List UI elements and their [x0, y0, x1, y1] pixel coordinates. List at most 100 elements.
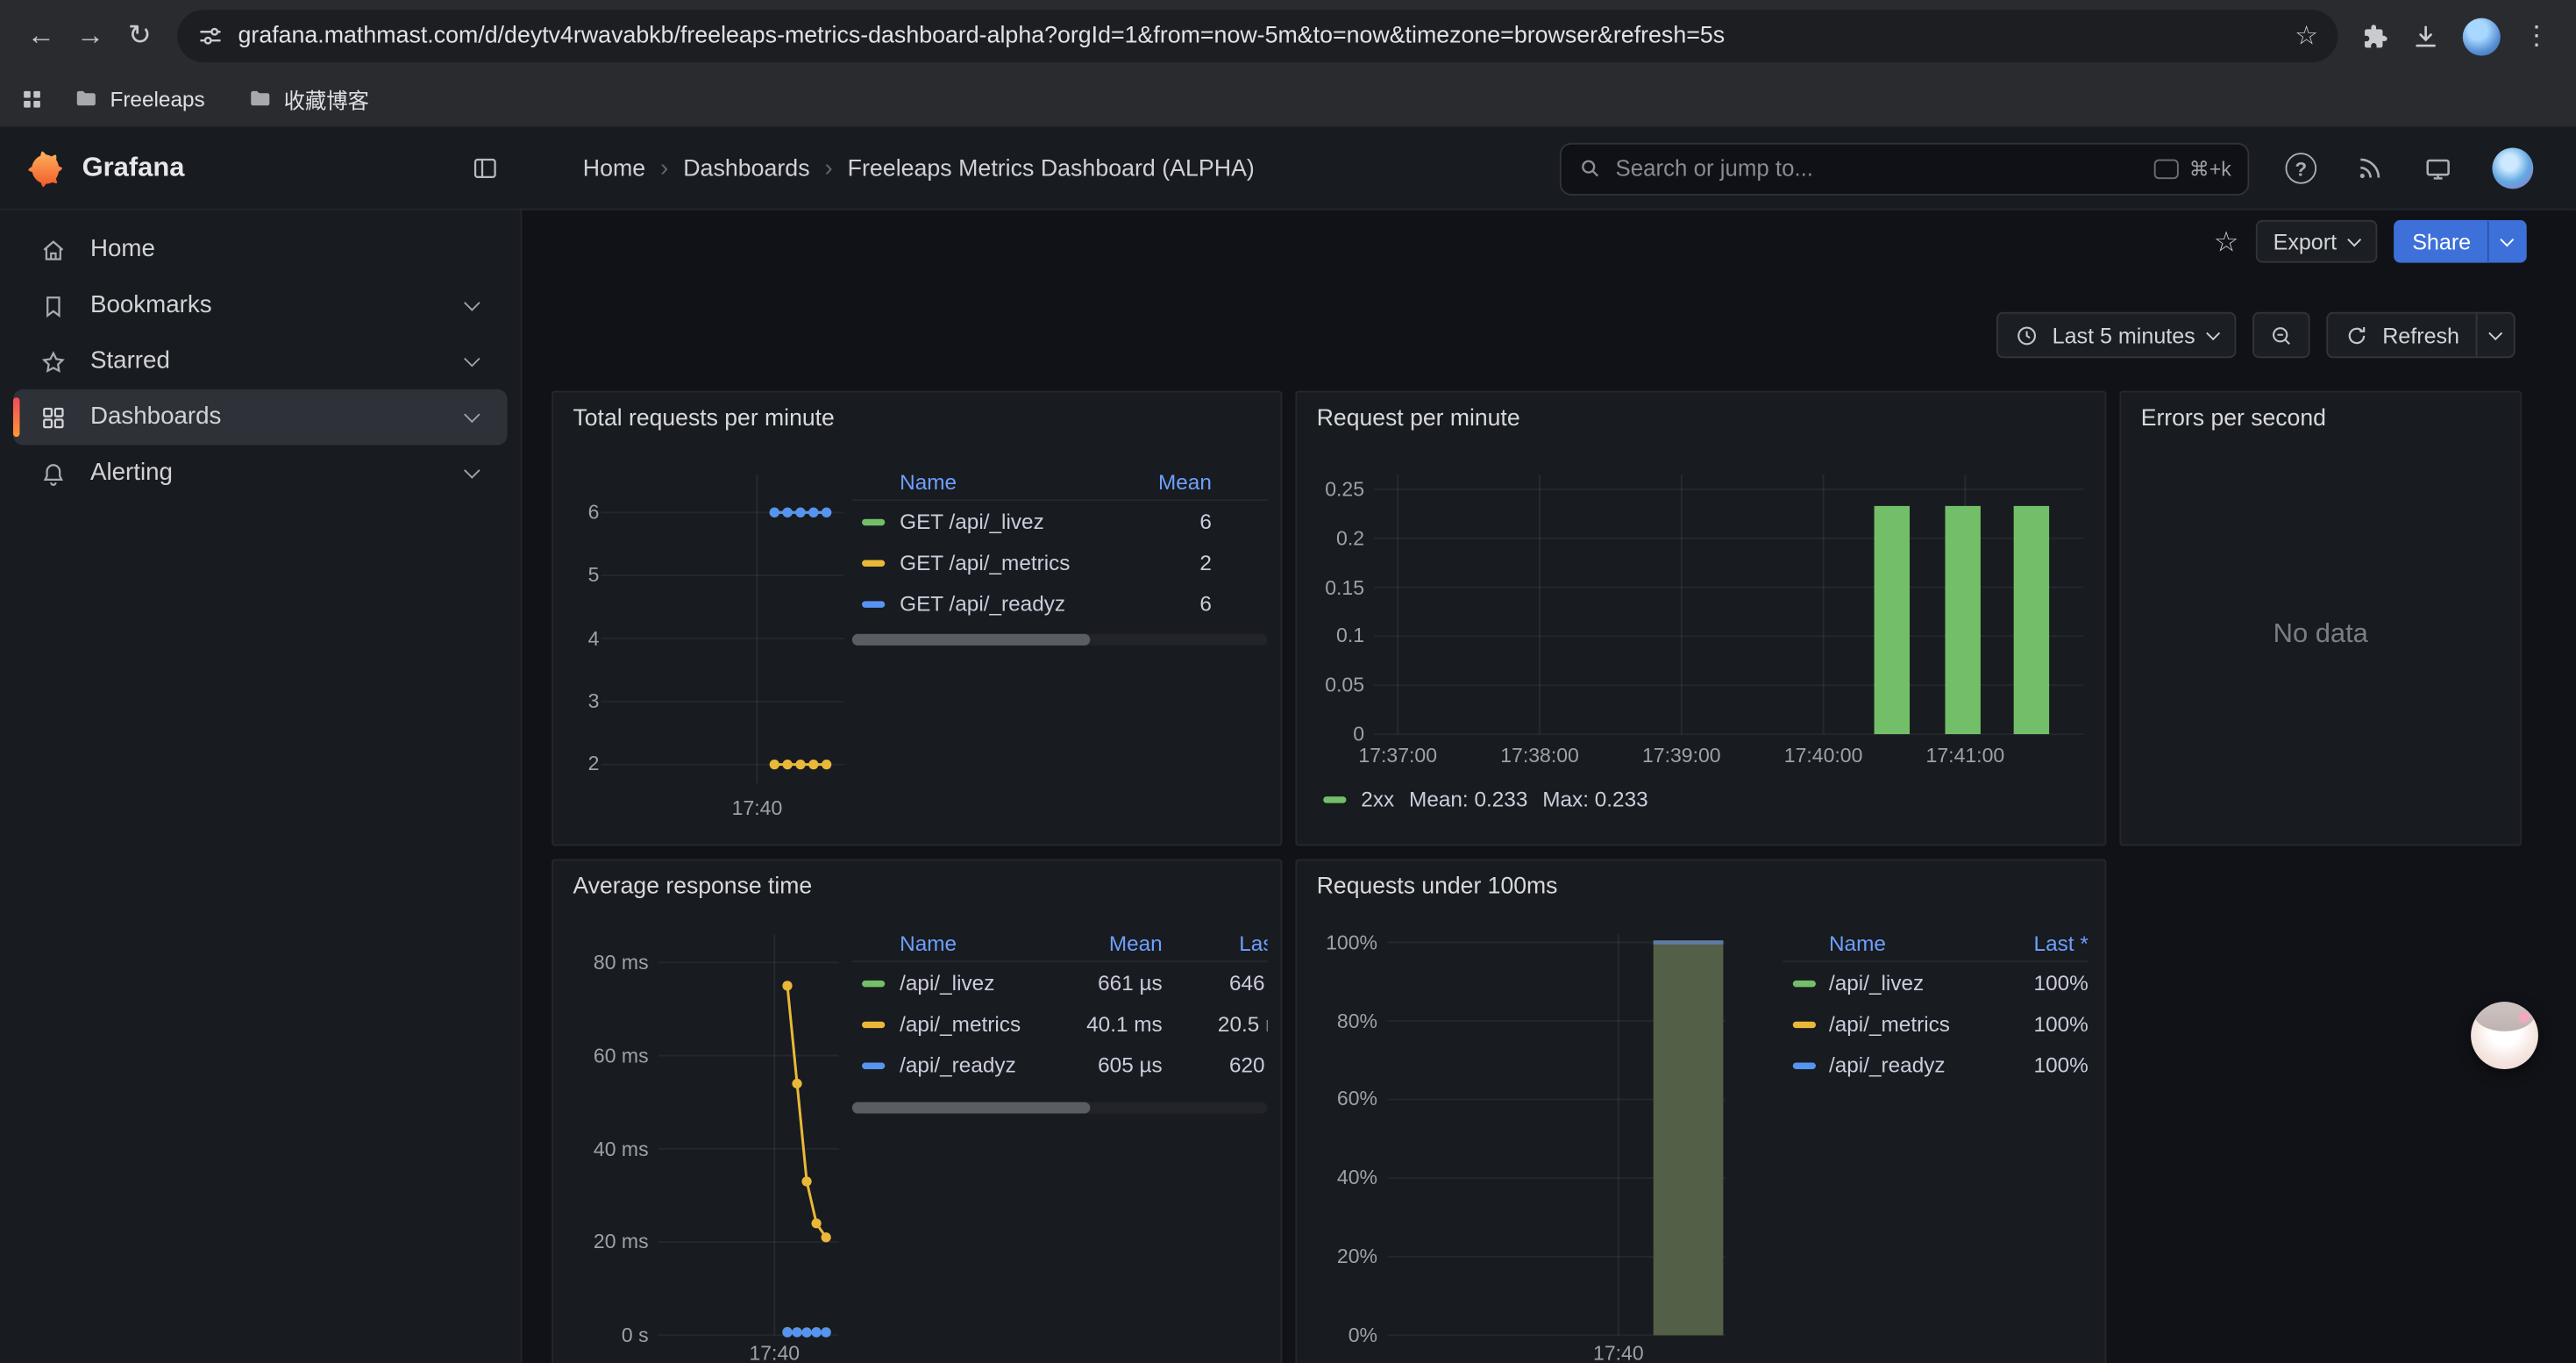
url-bar[interactable]: ☆	[177, 10, 2338, 62]
legend-row[interactable]: /api/_livez 100%	[1783, 962, 2089, 1003]
zoom-out-button[interactable]	[2252, 312, 2310, 358]
chevron-down-icon[interactable]	[464, 294, 480, 310]
sidebar-item-dashboards[interactable]: Dashboards	[13, 389, 508, 446]
chart-plot[interactable]	[601, 475, 843, 783]
scrollbar-thumb[interactable]	[852, 1102, 1091, 1113]
help-icon[interactable]: ?	[2286, 153, 2317, 184]
breadcrumb-current[interactable]: Freeleaps Metrics Dashboard (ALPHA)	[848, 155, 1255, 182]
legend-header-last[interactable]: Last *	[1192, 931, 1267, 956]
browser-profile-avatar[interactable]	[2463, 18, 2501, 55]
sidebar-item-starred[interactable]: Starred	[13, 333, 508, 389]
forward-icon[interactable]: →	[66, 11, 115, 61]
legend-row[interactable]: /api/_readyz 100%	[1783, 1045, 2089, 1086]
series-mean: 6	[1088, 591, 1211, 616]
series-color-swatch	[862, 518, 885, 525]
floating-avatar[interactable]	[2471, 1002, 2538, 1069]
chevron-down-icon[interactable]	[464, 461, 480, 478]
panel-title[interactable]: Errors per second	[2141, 406, 2326, 432]
time-range-picker[interactable]: Last 5 minutes	[1996, 312, 2237, 358]
legend-header-name[interactable]: Name	[900, 470, 1088, 495]
series-mean: 6	[1088, 509, 1211, 533]
legend-row[interactable]: GET /api/_readyz 6	[852, 583, 1268, 624]
chart-plot[interactable]	[1387, 934, 1726, 1335]
series-name: GET /api/_readyz	[900, 591, 1088, 616]
search-box[interactable]: ⌘+k	[1560, 142, 2249, 195]
legend-header-last[interactable]: Last *	[1996, 931, 2089, 956]
breadcrumb-home[interactable]: Home	[583, 155, 645, 182]
sidebar-item-home[interactable]: Home	[13, 222, 508, 278]
panel-title[interactable]: Requests under 100ms	[1317, 874, 1558, 900]
legend-header-name[interactable]: Name	[1829, 931, 1996, 956]
refresh-button[interactable]: Refresh	[2327, 312, 2478, 358]
y-axis: 100%80%60%40%20%0%	[1307, 934, 1378, 1335]
chart-plot[interactable]	[658, 934, 839, 1335]
sidebar-item-label: Home	[90, 237, 155, 263]
breadcrumb-separator: ›	[660, 154, 668, 182]
legend-row[interactable]: /api/_metrics 40.1 ms 20.5 ms	[852, 1003, 1268, 1045]
chart-plot[interactable]	[1374, 475, 2083, 734]
panel-average-response-time: Average response time 80 ms60 ms40 ms20 …	[551, 859, 1282, 1363]
no-data-message: No data	[2121, 619, 2520, 651]
site-settings-icon[interactable]	[197, 23, 224, 49]
url-input[interactable]	[238, 23, 2281, 49]
chevron-down-icon[interactable]	[464, 350, 480, 367]
legend-row[interactable]: /api/_readyz 605 µs 620 µs	[852, 1045, 1268, 1086]
dashboard-canvas: ☆ Export Share Last 5 minutes R	[522, 211, 2575, 1363]
browser-menu-icon[interactable]: ⋮	[2523, 19, 2550, 52]
extensions-icon[interactable]	[2361, 22, 2389, 50]
folder-icon	[74, 87, 98, 111]
dock-sidebar-icon[interactable]	[471, 154, 499, 182]
bookmark-folder[interactable]: 收藏博客	[234, 79, 382, 120]
axis-tick: 17:41:00	[1926, 744, 2005, 767]
panel-title[interactable]: Request per minute	[1317, 406, 1520, 432]
axis-tick: 17:40	[749, 1342, 800, 1363]
axis-tick: 17:37:00	[1358, 744, 1437, 767]
back-icon[interactable]: ←	[17, 11, 66, 61]
export-button[interactable]: Export	[2255, 220, 2378, 263]
monitor-icon[interactable]	[2423, 153, 2453, 183]
scrollbar-thumb[interactable]	[852, 634, 1091, 646]
share-button[interactable]: Share	[2395, 220, 2489, 263]
share-menu-button[interactable]	[2487, 220, 2527, 263]
news-rss-icon[interactable]	[2356, 154, 2384, 182]
refresh-split-button: Refresh	[2327, 312, 2516, 358]
sidebar-item-label: Starred	[90, 348, 170, 375]
grafana-logo-icon[interactable]	[23, 148, 64, 189]
sidebar-item-bookmarks[interactable]: Bookmarks	[13, 277, 508, 333]
sidebar-item-alerting[interactable]: Alerting	[13, 445, 508, 501]
series-color-swatch	[1793, 980, 1816, 986]
legend-row[interactable]: /api/_livez 661 µs 646 µs	[852, 962, 1268, 1003]
chevron-down-icon[interactable]	[464, 406, 480, 423]
user-avatar[interactable]	[2492, 148, 2533, 189]
series-mean: 2	[1088, 550, 1211, 574]
legend[interactable]: 2xx Mean: 0.233 Max: 0.233	[1323, 787, 1647, 811]
reload-icon[interactable]: ↻	[115, 11, 164, 61]
legend-scrollbar[interactable]	[852, 634, 1268, 646]
axis-tick: 60%	[1337, 1088, 1377, 1110]
legend-header-mean[interactable]: Mean	[1088, 470, 1211, 495]
screen: ← → ↻ ☆ ⋮	[0, 0, 2576, 1363]
legend-table: Name Last * /api/_livez 100% /api/_metri…	[1783, 926, 2089, 1095]
legend-header-name[interactable]: Name	[900, 931, 1067, 956]
series-name: /api/_readyz	[1829, 1053, 1996, 1077]
legend-row[interactable]: /api/_metrics 100%	[1783, 1003, 2089, 1045]
legend-row[interactable]: GET /api/_livez 6	[852, 501, 1268, 542]
series-name: /api/_livez	[1829, 971, 1996, 995]
browser-toolbar: ← → ↻ ☆ ⋮	[0, 0, 2576, 72]
bookmark-star-icon[interactable]: ☆	[2295, 19, 2318, 52]
favorite-star-icon[interactable]: ☆	[2214, 227, 2239, 255]
clock-icon	[2015, 323, 2039, 347]
legend-table: Name Mean Last * /api/_livez 661 µs 646 …	[852, 926, 1268, 1095]
bookmark-folder[interactable]: Freeleaps	[60, 82, 217, 117]
refresh-interval-button[interactable]	[2476, 312, 2516, 358]
panel-title[interactable]: Average response time	[573, 874, 813, 900]
legend-header-mean[interactable]: Mean	[1067, 931, 1163, 956]
legend-row[interactable]: GET /api/_metrics 2	[852, 542, 1268, 583]
panel-title[interactable]: Total requests per minute	[573, 406, 835, 432]
breadcrumb-dashboards[interactable]: Dashboards	[683, 155, 809, 182]
download-icon[interactable]	[2412, 22, 2440, 50]
legend-scrollbar[interactable]	[852, 1102, 1268, 1113]
apps-grid-icon[interactable]	[19, 87, 44, 111]
search-input[interactable]	[1616, 156, 2142, 181]
brand-name[interactable]: Grafana	[82, 153, 453, 184]
